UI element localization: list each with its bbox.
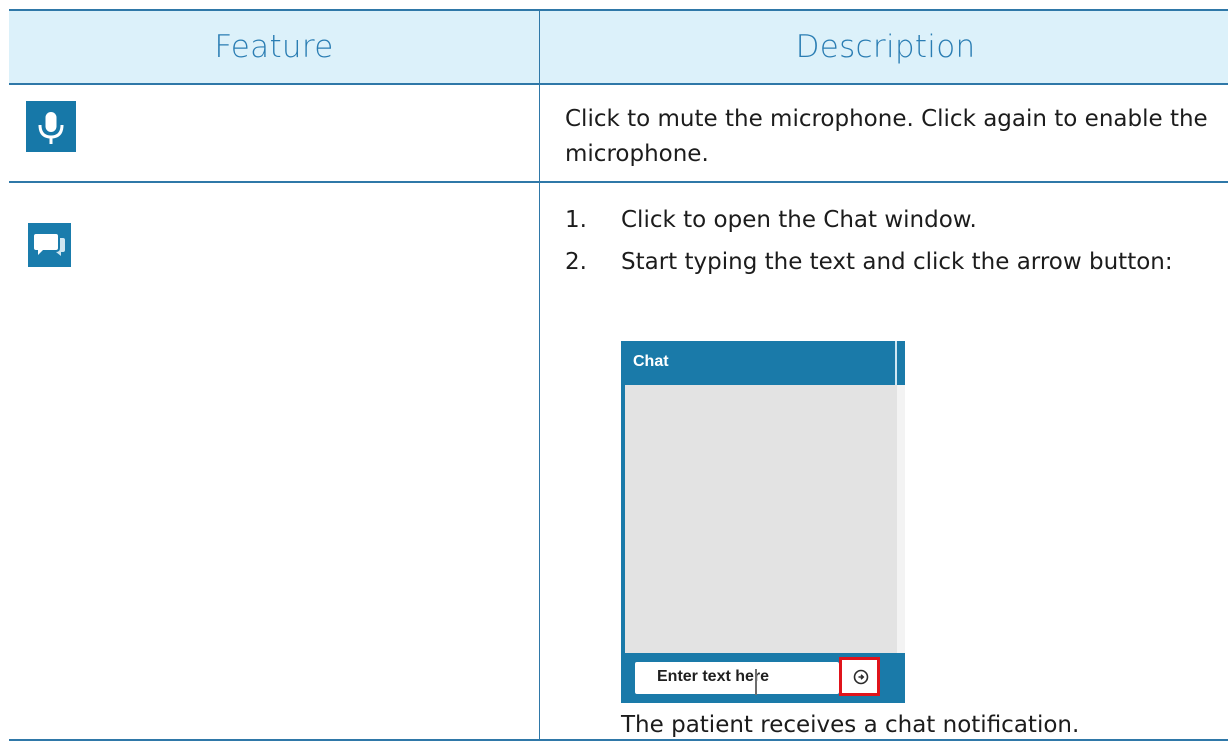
header-divider xyxy=(9,83,1228,85)
chat-notification-note: The patient receives a chat notification… xyxy=(621,712,1080,738)
microphone-description: Click to mute the microphone. Click agai… xyxy=(565,106,1208,167)
titlebar-separator xyxy=(895,341,897,385)
chat-scroll-track xyxy=(897,385,905,653)
step-text: Click to open the Chat window. xyxy=(621,207,977,233)
feature-table: Feature Description Click to mute the mi… xyxy=(9,9,1228,741)
column-divider xyxy=(539,9,541,741)
table-header: Feature Description xyxy=(9,10,1228,83)
header-feature: Feature xyxy=(214,28,334,65)
step-text: Start typing the text and click the arro… xyxy=(621,249,1173,275)
table-border-top xyxy=(9,9,1228,11)
send-button[interactable] xyxy=(839,657,880,696)
arrow-circle-icon xyxy=(853,669,869,685)
chat-title: Chat xyxy=(633,353,669,370)
step-number: 1. xyxy=(565,207,587,233)
chat-bubbles-icon xyxy=(28,223,71,267)
row-divider xyxy=(9,181,1228,183)
step-number: 2. xyxy=(565,249,587,275)
chat-input-value: Enter text here xyxy=(657,668,770,685)
chat-window-edge xyxy=(621,341,625,703)
chat-window-screenshot: Chat Enter text here xyxy=(621,341,905,703)
header-description: Description xyxy=(795,28,976,65)
text-cursor xyxy=(755,669,757,695)
microphone-icon xyxy=(26,101,76,152)
